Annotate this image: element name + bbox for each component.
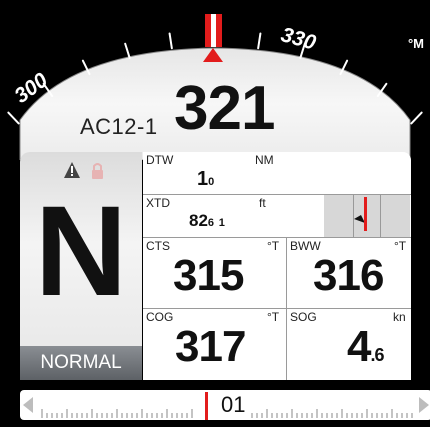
- cog-unit: °T: [267, 310, 280, 324]
- mode-panel[interactable]: N NORMAL: [20, 152, 142, 380]
- dtw-unit: NM: [255, 153, 274, 167]
- cog-value: 317: [175, 322, 246, 371]
- cts-unit: °T: [267, 239, 280, 253]
- compass-dial: 300330000 °M AC12-1 321: [0, 0, 430, 160]
- xtd-value: 826 1: [189, 211, 225, 230]
- lock-icon: [92, 163, 103, 179]
- left-arrow-icon[interactable]: [23, 397, 33, 413]
- heading-readout: 321: [174, 74, 275, 143]
- sog-value: 4.6: [347, 322, 385, 371]
- mode-status-button[interactable]: NORMAL: [20, 346, 142, 380]
- cog-label: COG: [146, 310, 174, 324]
- dtw-value: 10: [197, 168, 215, 190]
- xtd-label: XTD: [146, 196, 170, 210]
- heading-unit: °M: [407, 36, 424, 51]
- right-arrow-icon[interactable]: [419, 397, 429, 413]
- sog-label: SOG: [290, 310, 317, 324]
- bww-value: 316: [313, 251, 384, 300]
- tape-marker: [205, 392, 208, 420]
- sog-cell: SOG kn 4.6: [287, 309, 411, 380]
- cts-value: 315: [173, 251, 244, 300]
- autopilot-screen: 300330000 °M AC12-1 321 N NORMAL DTW NM: [0, 0, 430, 427]
- boat-indicator-icon: [354, 197, 367, 231]
- xtd-indicator: [324, 195, 410, 237]
- rudder-tape[interactable]: 01: [20, 390, 430, 420]
- dtw-label: DTW: [146, 153, 174, 167]
- cog-sog-row: COG °T 317 SOG kn 4.6: [143, 309, 411, 380]
- cts-cell: CTS °T 315: [143, 238, 287, 308]
- cog-cell: COG °T 317: [143, 309, 287, 380]
- data-grid: DTW NM 10 XTD ft 826 1 CTS °T 315 BWW °T…: [143, 152, 411, 380]
- cts-label: CTS: [146, 239, 170, 253]
- xtd-row: XTD ft 826 1: [143, 195, 411, 238]
- sog-unit: kn: [393, 310, 406, 324]
- mode-letter: N: [34, 180, 128, 323]
- xtd-unit: ft: [259, 196, 266, 210]
- bww-unit: °T: [394, 239, 407, 253]
- bww-cell: BWW °T 316: [287, 238, 411, 308]
- dtw-row: DTW NM 10: [143, 152, 411, 195]
- autopilot-id: AC12-1: [80, 114, 158, 139]
- tape-value: 01: [221, 392, 246, 417]
- cts-bww-row: CTS °T 315 BWW °T 316: [143, 238, 411, 309]
